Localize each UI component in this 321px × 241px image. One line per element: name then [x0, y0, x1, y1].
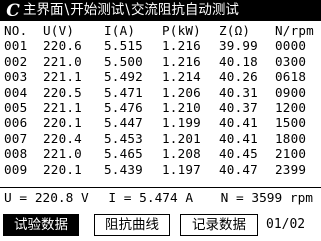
cell-no: 008: [4, 146, 28, 162]
cell-voltage: 221.1: [43, 69, 82, 85]
cell-voltage: 220.1: [43, 115, 82, 131]
breadcrumb-ac-impedance: 交流阻抗自动测试: [130, 2, 239, 18]
table-row: 002 221.0 5.500 1.216 40.18 0300: [4, 54, 319, 69]
cell-current: 5.471: [104, 84, 143, 100]
cell-power: 1.197: [162, 161, 201, 177]
cell-no: 001: [4, 38, 28, 54]
cell-voltage: 220.5: [43, 84, 82, 100]
table-row: 001 220.6 5.515 1.216 39.99 0000: [4, 38, 319, 53]
cell-power: 1.208: [162, 146, 201, 162]
table-header-row: NO. U(V) I(A) P(kW) Z(Ω) N/rpm: [4, 23, 319, 38]
screen: C 主界面 \ 开始测试 \ 交流阻抗自动测试 NO. U(V) I(A) P(…: [0, 0, 321, 241]
cell-voltage: 221.0: [43, 53, 82, 69]
cell-power: 1.199: [162, 115, 201, 131]
table-row: 009 220.1 5.439 1.197 40.47 2399: [4, 162, 319, 177]
button-bar: 试验数据 阻抗曲线 记录数据 01/02: [0, 214, 321, 239]
title-bar: C 主界面 \ 开始测试 \ 交流阻抗自动测试: [0, 0, 321, 21]
cell-current: 5.439: [104, 161, 143, 177]
live-readout: U = 220.8 V I = 5.474 A N = 3599 rpm: [4, 190, 319, 208]
cell-power: 1.201: [162, 130, 201, 146]
cell-impedance: 40.41: [219, 115, 258, 131]
cell-no: 003: [4, 69, 28, 85]
breadcrumb-start-test[interactable]: 开始测试: [70, 0, 124, 21]
cell-current: 5.447: [104, 115, 143, 131]
cell-speed: 0000: [275, 38, 307, 54]
cell-current: 5.465: [104, 146, 143, 162]
cell-voltage: 220.4: [43, 130, 82, 146]
cell-current: 5.492: [104, 69, 143, 85]
cell-impedance: 40.18: [219, 53, 258, 69]
cell-current: 5.515: [104, 38, 143, 54]
header-current: I(A): [104, 23, 136, 38]
cell-speed: 2100: [275, 146, 307, 162]
cell-power: 1.216: [162, 38, 201, 54]
voltage-readout: U = 220.8 V: [4, 191, 89, 206]
speed-readout: N = 3599 rpm: [220, 191, 314, 206]
cell-current: 5.500: [104, 53, 143, 69]
cell-current: 5.476: [104, 99, 143, 115]
cell-no: 009: [4, 161, 28, 177]
cell-no: 004: [4, 84, 28, 100]
cell-no: 005: [4, 99, 28, 115]
cell-power: 1.214: [162, 69, 201, 85]
cell-impedance: 39.99: [219, 38, 258, 54]
cell-speed: 1200: [275, 99, 307, 115]
cell-voltage: 220.1: [43, 161, 82, 177]
table-row: 003 221.1 5.492 1.214 40.26 0618: [4, 69, 319, 84]
cell-impedance: 40.47: [219, 161, 258, 177]
header-power: P(kW): [162, 23, 201, 38]
cell-current: 5.453: [104, 130, 143, 146]
table-row: 007 220.4 5.453 1.201 40.41 1800: [4, 131, 319, 146]
cell-speed: 1500: [275, 115, 307, 131]
cell-impedance: 40.26: [219, 69, 258, 85]
breadcrumb-separator: \: [125, 2, 130, 18]
cell-speed: 0900: [275, 84, 307, 100]
table-row: 008 221.0 5.465 1.208 40.45 2100: [4, 146, 319, 161]
cell-no: 002: [4, 53, 28, 69]
data-table: NO. U(V) I(A) P(kW) Z(Ω) N/rpm 001 220.6 5…: [4, 23, 319, 177]
cell-impedance: 40.45: [219, 146, 258, 162]
impedance-curve-button[interactable]: 阻抗曲线: [94, 214, 170, 236]
table-row: 004 220.5 5.471 1.206 40.31 0900: [4, 85, 319, 100]
cell-no: 007: [4, 130, 28, 146]
current-readout: I = 5.474 A: [108, 191, 194, 206]
cell-impedance: 40.31: [219, 84, 258, 100]
cell-voltage: 221.0: [43, 146, 82, 162]
test-data-button[interactable]: 试验数据: [3, 214, 79, 236]
cell-speed: 1800: [275, 130, 307, 146]
cell-power: 1.216: [162, 53, 201, 69]
cell-no: 006: [4, 115, 28, 131]
cell-voltage: 220.6: [43, 38, 82, 54]
breadcrumb-main[interactable]: 主界面: [23, 0, 64, 21]
cell-speed: 0618: [275, 69, 307, 85]
divider: [0, 187, 321, 188]
cell-speed: 0300: [275, 53, 307, 69]
header-impedance: Z(Ω): [219, 23, 251, 38]
cell-impedance: 40.41: [219, 130, 258, 146]
cell-speed: 2399: [275, 161, 307, 177]
cell-voltage: 221.1: [43, 99, 82, 115]
breadcrumb-separator: \: [64, 2, 70, 18]
table-row: 006 220.1 5.447 1.199 40.41 1500: [4, 115, 319, 130]
app-logo-icon: C: [6, 0, 20, 21]
header-no: NO.: [4, 23, 28, 38]
header-speed: N/rpm: [275, 23, 314, 38]
cell-power: 1.210: [162, 99, 201, 115]
table-row: 005 221.1 5.476 1.210 40.37 1200: [4, 100, 319, 115]
record-data-button[interactable]: 记录数据: [180, 214, 258, 236]
cell-impedance: 40.37: [219, 99, 258, 115]
cell-power: 1.206: [162, 84, 201, 100]
header-voltage: U(V): [43, 23, 75, 38]
page-indicator: 01/02: [266, 217, 306, 232]
